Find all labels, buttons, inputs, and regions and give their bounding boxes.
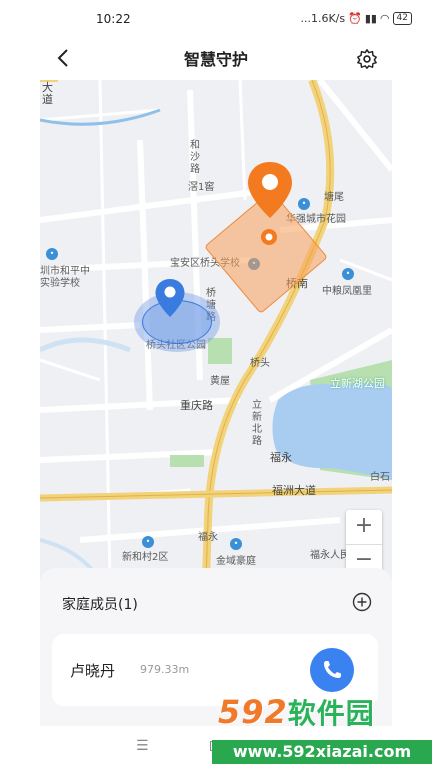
map-label-qiaotou: 桥头: [250, 358, 270, 369]
map-label-baishi: 白石: [370, 472, 390, 483]
map-label-lixin-lake-park: 立新湖公园: [330, 377, 385, 390]
map-label-huangwu: 黄屋: [210, 376, 230, 387]
map-label-xiayige: 滘1窖: [188, 182, 215, 193]
member-name: 卢晓丹: [70, 662, 116, 680]
poi-icon: •: [342, 268, 354, 280]
member-location-pin-icon[interactable]: [154, 278, 186, 318]
member-distance: 979.33m: [140, 663, 190, 676]
map-view[interactable]: 大 道 和 沙 路 滘1窖 塘尾 华强城市花园 • 宝安区桥头学校 • 桥南 •…: [40, 80, 392, 580]
plus-circle-icon[interactable]: [352, 592, 372, 612]
map-label-fuyong-2: 福永: [198, 532, 218, 543]
map-label-zhongliang: 中粮凤凰里: [322, 286, 372, 297]
family-title: 家庭成员(1): [62, 597, 138, 613]
poi-icon: •: [230, 538, 242, 550]
signal-icon: ▮▮: [364, 12, 377, 25]
call-button[interactable]: [310, 648, 354, 692]
map-label-fuzhou-dadao: 福洲大道: [272, 484, 316, 497]
map-label-school-1: 圳市和平中: [40, 266, 90, 277]
map-label-jinyu: 金域豪庭: [216, 556, 256, 567]
poi-icon: •: [298, 198, 310, 210]
watermark-logo: 592软件园: [218, 692, 375, 732]
battery-icon: 42: [392, 12, 412, 25]
poi-icon: •: [142, 536, 154, 548]
status-time: 10:22: [96, 12, 131, 26]
map-label-tangwei: 塘尾: [324, 192, 344, 203]
map-label-heshalu: 和 沙 路: [190, 140, 200, 175]
map-label-fuyong: 福永: [270, 451, 292, 464]
gear-icon[interactable]: [356, 48, 378, 70]
header: 智慧守护: [0, 38, 432, 80]
phone-icon: [324, 661, 341, 678]
fence-center-marker: [261, 229, 277, 245]
status-indicators: ...1.6K/s ⏰ ▮▮ ◠ 42: [300, 12, 412, 25]
watermark-url: www.592xiazai.com: [212, 740, 432, 764]
watermark-logo-number: 592: [218, 693, 288, 731]
menu-icon[interactable]: ☰: [136, 738, 149, 754]
location-pin-icon[interactable]: [246, 160, 294, 220]
poi-icon: •: [46, 248, 58, 260]
map-label-dadao: 大 道: [42, 81, 53, 106]
watermark: 592软件园 www.592xiazai.com: [212, 690, 432, 768]
watermark-logo-text: 软件园: [287, 697, 375, 730]
map-label-chongqinglu: 重庆路: [180, 399, 213, 412]
wifi-icon: ◠: [379, 12, 390, 25]
map-label-xinhe: 新和村2区: [122, 552, 169, 563]
network-speed: ...1.6K/s: [300, 12, 346, 25]
map-label-lixinbeilu: 立 新 北 路: [252, 400, 262, 447]
map-label-school-2: 实验学校: [40, 278, 80, 289]
zoom-in-button[interactable]: +: [346, 510, 382, 544]
alarm-icon: ⏰: [348, 12, 362, 25]
status-bar: 10:22 ...1.6K/s ⏰ ▮▮ ◠ 42: [0, 0, 432, 38]
